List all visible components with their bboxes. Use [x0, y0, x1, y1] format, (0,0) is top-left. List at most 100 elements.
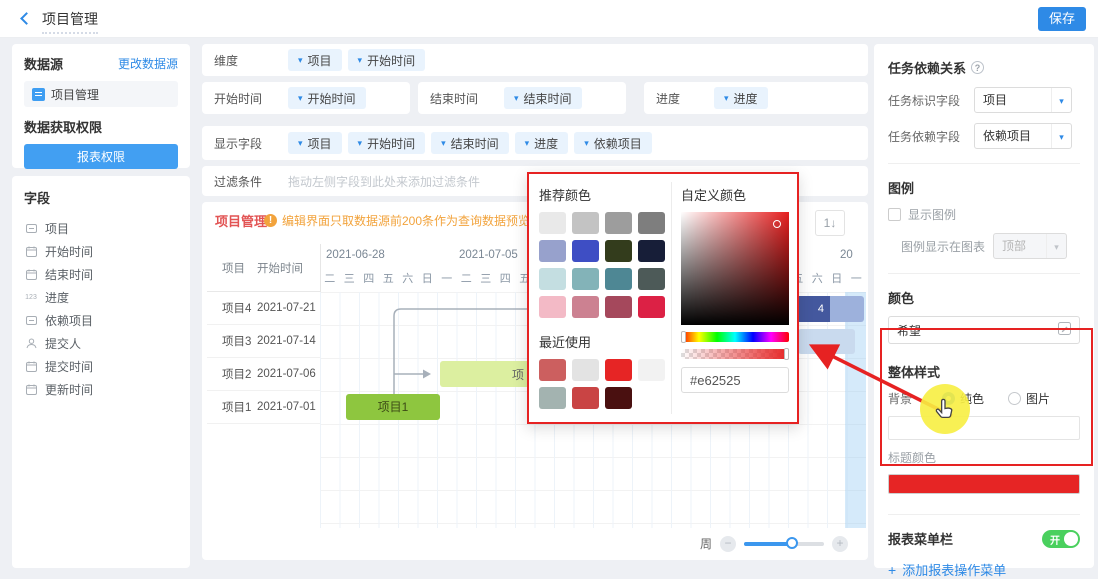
table-row[interactable]: 项目42021-07-21: [207, 292, 320, 325]
color-swatch[interactable]: [605, 296, 632, 318]
display-chip[interactable]: ▾开始时间: [348, 132, 426, 154]
gantt-bar-project1[interactable]: 项目1: [346, 394, 440, 420]
field-item[interactable]: 依赖项目: [24, 309, 178, 332]
weekday-cell: 五: [379, 270, 399, 286]
zoom-in-button[interactable]: +: [832, 536, 848, 552]
chevron-down-icon: ▾: [514, 93, 519, 104]
show-legend-checkbox[interactable]: [888, 208, 901, 221]
color-swatch[interactable]: [605, 387, 632, 409]
toggle-knob-icon: [1064, 532, 1078, 546]
field-item[interactable]: 提交时间: [24, 355, 178, 378]
saturation-gradient[interactable]: [681, 212, 789, 325]
field-item[interactable]: 结束时间: [24, 263, 178, 286]
field-item[interactable]: 更新时间: [24, 378, 178, 401]
chevron-down-icon: ▾: [298, 138, 303, 149]
color-swatch[interactable]: [638, 240, 665, 262]
number-icon: 123: [24, 294, 38, 301]
gantt-warning: ! 编辑界面只取数据源前200条作为查询数据预览，完: [264, 212, 554, 229]
edit-icon[interactable]: [1058, 322, 1071, 338]
help-icon[interactable]: ?: [971, 61, 984, 74]
field-item[interactable]: 项目: [24, 217, 178, 240]
color-swatch[interactable]: [539, 359, 566, 381]
gantt-bar-project3[interactable]: [798, 329, 855, 354]
change-datasource-link[interactable]: 更改数据源: [118, 55, 178, 72]
save-button[interactable]: 保存: [1038, 7, 1086, 31]
field-item[interactable]: 开始时间: [24, 240, 178, 263]
color-swatch[interactable]: [539, 240, 566, 262]
chevron-down-icon: ▾: [358, 138, 363, 149]
field-item[interactable]: 123进度: [24, 286, 178, 309]
dimension-chip[interactable]: ▾项目: [288, 49, 342, 71]
color-swatch[interactable]: [638, 268, 665, 290]
dimension-row: 维度 ▾项目 ▾开始时间: [202, 44, 868, 76]
hue-handle[interactable]: [681, 331, 686, 343]
color-swatch[interactable]: [605, 240, 632, 262]
zoom-slider-handle[interactable]: [786, 537, 798, 549]
dimension-chip[interactable]: ▾开始时间: [348, 49, 426, 71]
hex-color-input[interactable]: [681, 367, 789, 393]
radio-selected-icon: [942, 392, 955, 405]
report-permission-button[interactable]: 报表权限: [24, 144, 178, 169]
datasource-item[interactable]: 项目管理: [24, 81, 178, 107]
progress-chip[interactable]: ▾进度: [714, 87, 768, 109]
color-swatch[interactable]: [539, 212, 566, 234]
filter-label: 过滤条件: [214, 173, 282, 190]
add-menu-link[interactable]: + 添加报表操作菜单: [888, 560, 1080, 579]
color-series-input[interactable]: 希望: [888, 316, 1080, 344]
bg-image-option[interactable]: 图片: [1008, 390, 1050, 407]
gantt-bar-project4-progress[interactable]: [830, 296, 864, 322]
menu-bar-toggle[interactable]: 开: [1042, 530, 1080, 548]
settings-panel: 任务依赖关系 ? 任务标识字段 项目▾ 任务依赖字段 依赖项目▾ 图例 显示图例…: [874, 44, 1094, 568]
table-row[interactable]: 项目12021-07-01: [207, 391, 320, 424]
task-id-select[interactable]: 项目▾: [974, 87, 1072, 113]
legend-pos-select: 顶部▾: [993, 233, 1067, 259]
alpha-handle[interactable]: [784, 348, 789, 360]
fields-label: 字段: [24, 188, 178, 207]
sort-button[interactable]: 1↓: [815, 210, 845, 236]
text-field-icon: [24, 223, 38, 234]
color-swatch[interactable]: [605, 359, 632, 381]
plus-icon: +: [888, 562, 896, 578]
color-swatch[interactable]: [539, 296, 566, 318]
task-dep-select[interactable]: 依赖项目▾: [974, 123, 1072, 149]
legend-pos-label: 图例显示在图表: [901, 238, 985, 255]
display-chip[interactable]: ▾进度: [515, 132, 569, 154]
zoom-slider[interactable]: [744, 542, 824, 546]
color-swatch[interactable]: [572, 268, 599, 290]
color-swatch[interactable]: [539, 268, 566, 290]
background-color-swatch[interactable]: [888, 416, 1080, 440]
back-icon[interactable]: [20, 12, 33, 25]
display-chip[interactable]: ▾项目: [288, 132, 342, 154]
alpha-slider[interactable]: [681, 349, 789, 359]
color-swatch[interactable]: [572, 240, 599, 262]
end-time-label: 结束时间: [430, 90, 498, 107]
color-swatch[interactable]: [605, 268, 632, 290]
calendar-icon: [24, 384, 38, 395]
table-row[interactable]: 项目32021-07-14: [207, 325, 320, 358]
display-chip[interactable]: ▾结束时间: [431, 132, 509, 154]
color-swatch[interactable]: [539, 387, 566, 409]
color-swatch[interactable]: [572, 387, 599, 409]
color-swatch[interactable]: [638, 212, 665, 234]
color-swatch[interactable]: [638, 359, 665, 381]
field-item[interactable]: 提交人: [24, 332, 178, 355]
color-swatch[interactable]: [572, 296, 599, 318]
start-time-label: 开始时间: [214, 90, 282, 107]
weekday-cell: 三: [340, 270, 360, 286]
color-swatch[interactable]: [572, 212, 599, 234]
start-time-chip[interactable]: ▾开始时间: [288, 87, 366, 109]
hue-slider[interactable]: [681, 332, 789, 342]
zoom-out-button[interactable]: −: [720, 536, 736, 552]
display-chip[interactable]: ▾依赖项目: [574, 132, 652, 154]
gradient-marker-icon[interactable]: [773, 220, 781, 228]
color-swatch[interactable]: [605, 212, 632, 234]
color-swatch[interactable]: [638, 296, 665, 318]
end-time-chip[interactable]: ▾结束时间: [504, 87, 582, 109]
table-row[interactable]: 项目22021-07-06: [207, 358, 320, 391]
title-color-swatch[interactable]: [888, 474, 1080, 494]
permission-label: 数据获取权限: [24, 117, 178, 136]
display-fields-row: 显示字段 ▾项目 ▾开始时间 ▾结束时间 ▾进度 ▾依赖项目: [202, 126, 868, 160]
color-swatch[interactable]: [572, 359, 599, 381]
bg-solid-option[interactable]: 纯色: [942, 390, 984, 407]
color-title: 颜色: [888, 288, 914, 307]
